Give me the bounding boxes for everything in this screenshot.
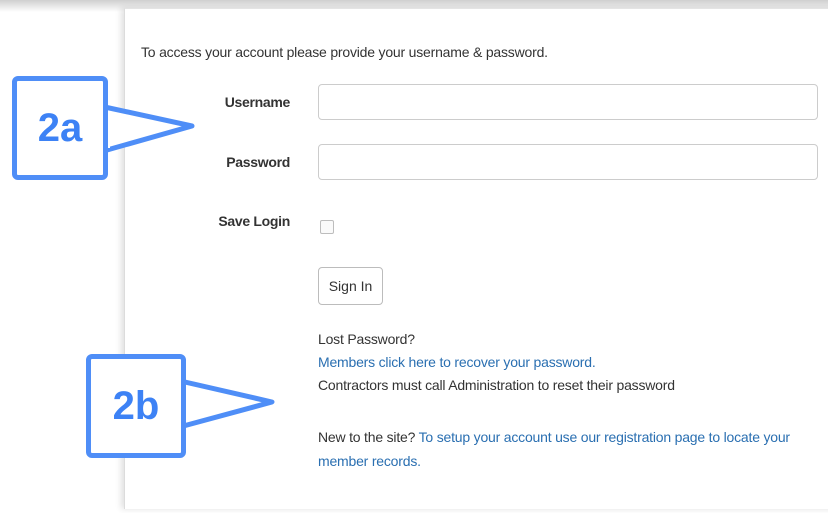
registration-link-continued[interactable]: member records. bbox=[318, 453, 421, 469]
registration-link[interactable]: To setup your account use our registrati… bbox=[419, 429, 790, 445]
contractors-note: Contractors must call Administration to … bbox=[318, 377, 675, 393]
recover-password-link[interactable]: Members click here to recover your passw… bbox=[318, 354, 596, 370]
callout-2b-pointer bbox=[173, 377, 275, 431]
intro-text: To access your account please provide yo… bbox=[141, 44, 548, 60]
new-to-site-text: New to the site? bbox=[318, 429, 416, 445]
sign-in-button[interactable]: Sign In bbox=[318, 267, 383, 305]
save-login-checkbox[interactable] bbox=[320, 220, 334, 234]
callout-2a-pointer bbox=[97, 103, 195, 155]
new-to-site-line: New to the site? To setup your account u… bbox=[318, 429, 790, 445]
callout-2b: 2b bbox=[86, 354, 186, 458]
save-login-label: Save Login bbox=[218, 213, 290, 229]
password-input[interactable] bbox=[318, 144, 818, 180]
lost-password-text: Lost Password? bbox=[318, 331, 415, 347]
username-input[interactable] bbox=[318, 84, 818, 120]
callout-2a: 2a bbox=[12, 76, 108, 180]
